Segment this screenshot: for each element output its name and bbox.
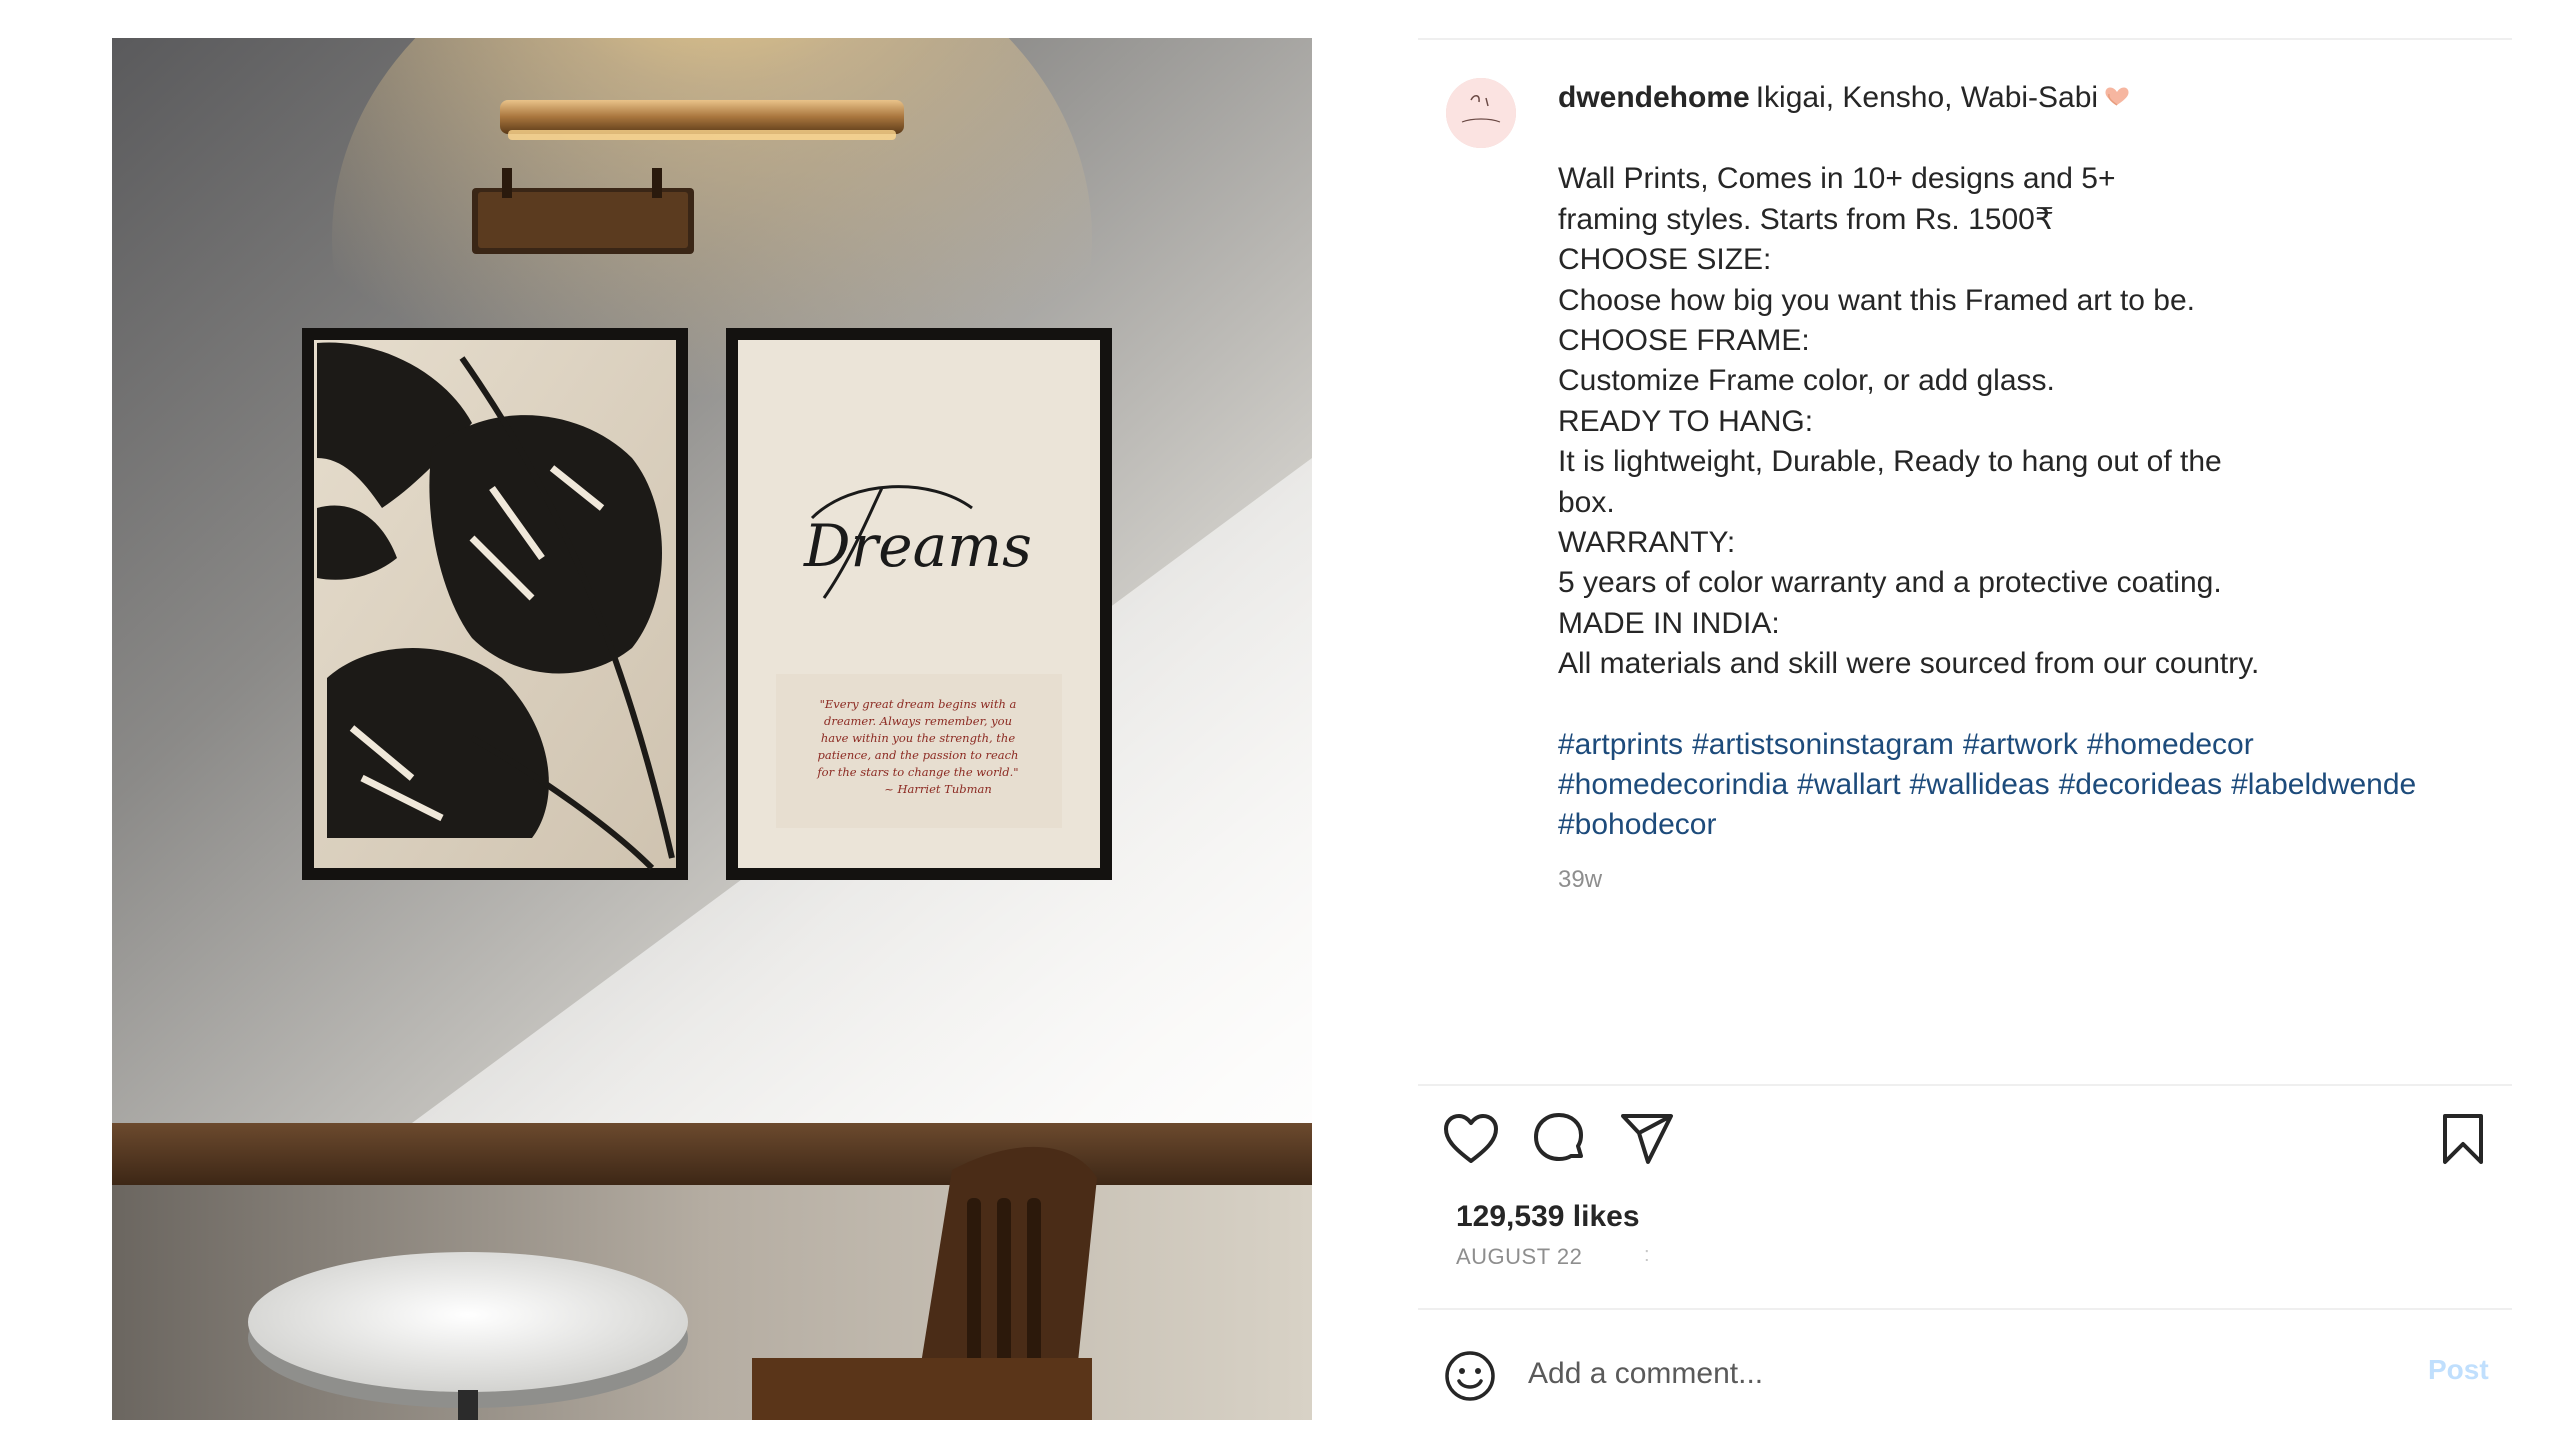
emoji-icon [1445,1351,1495,1401]
comment-divider [1418,1308,2512,1310]
username-link[interactable]: dwendehome [1558,81,1750,114]
caption-line: READY TO HANG: [1558,404,1814,438]
hashtag-link[interactable]: #wallart [1797,768,1900,801]
hashtag-link[interactable]: #decorideas [2059,768,2222,801]
caption-line: All materials and skill were sourced fro… [1558,647,2260,681]
post-image[interactable]: Dreams "Every great dream begins with a … [112,38,1312,1420]
hashtag-link[interactable]: #bohodecor [1558,808,1716,841]
caption-line: 5 years of color warranty and a protecti… [1558,566,2222,600]
caption-line: CHOOSE FRAME: [1558,323,1810,357]
caption-line: MADE IN INDIA: [1558,606,1780,640]
caption-line: Wall Prints, Comes in 10+ designs and 5+ [1558,162,2116,196]
hashtag-link[interactable]: #wallideas [1910,768,2050,801]
caption-line: WARRANTY: [1558,525,1736,559]
share-button[interactable] [1616,1108,1678,1170]
comment-button[interactable] [1528,1108,1590,1170]
caption-line: Choose how big you want this Framed art … [1558,283,2196,317]
hashtag-row: #artprints #artistsoninstagram #artwork #ho… [1558,725,2498,765]
caption-first-line: Ikigai, Kensho, Wabi-Sabi [1755,81,2099,114]
post-timestamp[interactable]: 39w [1558,860,2498,900]
emoji-button[interactable] [1442,1348,1498,1404]
like-count[interactable]: 129,539 likes [1456,1200,1640,1234]
caption-line: It is lightweight, Durable, Ready to han… [1558,445,2222,479]
share-icon [1621,1114,1673,1164]
caption-line: CHOOSE SIZE: [1558,243,1772,277]
heart-icon [1444,1114,1498,1163]
quote-line: patience, and the passion to reach [818,748,1019,762]
caption-line: framing styles. Starts from Rs. 1500₹ [1558,202,2054,236]
caption: dwendehome Ikigai, Kensho, Wabi-Sabi Wall… [1558,78,2498,900]
quote-line: have within you the strength, the [821,731,1015,745]
action-bar [1418,1108,2512,1198]
hashtag-link[interactable]: #artistsoninstagram [1692,728,1954,761]
comment-icon [1534,1113,1583,1161]
quote-line: "Every great dream begins with a [820,697,1017,711]
caption-line: box. [1558,485,1615,519]
hashtag-row: #bohodecor [1558,805,2498,845]
top-divider [1418,38,2512,40]
actions-divider [1418,1084,2512,1086]
save-button[interactable] [2432,1108,2494,1170]
post-date: AUGUST 22 [1456,1244,1583,1269]
hashtag-link[interactable]: #homedecor [2087,728,2254,761]
post-details-panel: dwendehome Ikigai, Kensho, Wabi-Sabi Wall… [1418,38,2512,1420]
hashtag-link[interactable]: #labeldwende [2231,768,2416,801]
hashtag-link[interactable]: #artprints [1558,728,1683,761]
heart-hands-emoji-icon [2102,79,2132,119]
artwork-title: Dreams [803,512,1032,580]
post-comment-button[interactable]: Post [2428,1354,2489,1386]
hashtag-link[interactable]: #homedecorindia [1558,768,1788,801]
quote-line: dreamer. Always remember, you [824,714,1012,728]
bookmark-icon [2443,1114,2483,1164]
caption-line: Customize Frame color, or add glass. [1558,364,2055,398]
hashtag-row: #homedecorindia #wallart #wallideas #decori… [1558,765,2498,805]
comment-input[interactable] [1528,1348,2348,1400]
quote-attribution: ~ Harriet Tubman [884,782,992,796]
hashtag-link[interactable]: #artwork [1963,728,2078,761]
comment-row: Post [1418,1328,2512,1420]
avatar[interactable] [1446,78,1516,148]
quote-line: for the stars to change the world." [816,765,1018,779]
like-button[interactable] [1440,1108,1502,1170]
date-marker: : [1644,1244,1650,1266]
